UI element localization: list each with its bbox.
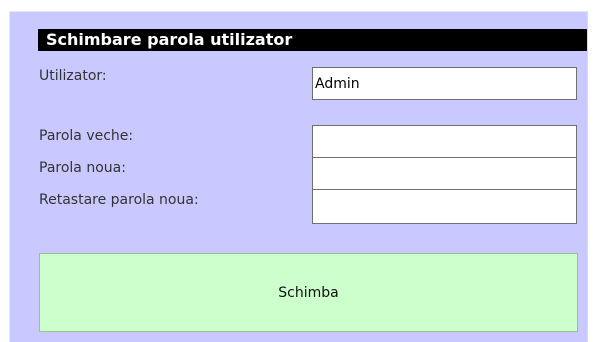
user-label: Utilizator:	[39, 68, 107, 84]
confirm-password-label: Retastare parola noua:	[39, 192, 199, 208]
new-password-label: Parola noua:	[39, 160, 126, 176]
old-password-field[interactable]	[312, 125, 577, 158]
confirm-password-field[interactable]	[312, 189, 577, 224]
user-field[interactable]	[312, 67, 577, 100]
form-title: Schimbare parola utilizator	[38, 29, 587, 51]
change-password-panel: Schimbare parola utilizator Utilizator: …	[9, 11, 588, 342]
old-password-label: Parola veche:	[39, 128, 134, 144]
change-password-button[interactable]: Schimba	[39, 253, 578, 332]
new-password-field[interactable]	[312, 157, 577, 190]
